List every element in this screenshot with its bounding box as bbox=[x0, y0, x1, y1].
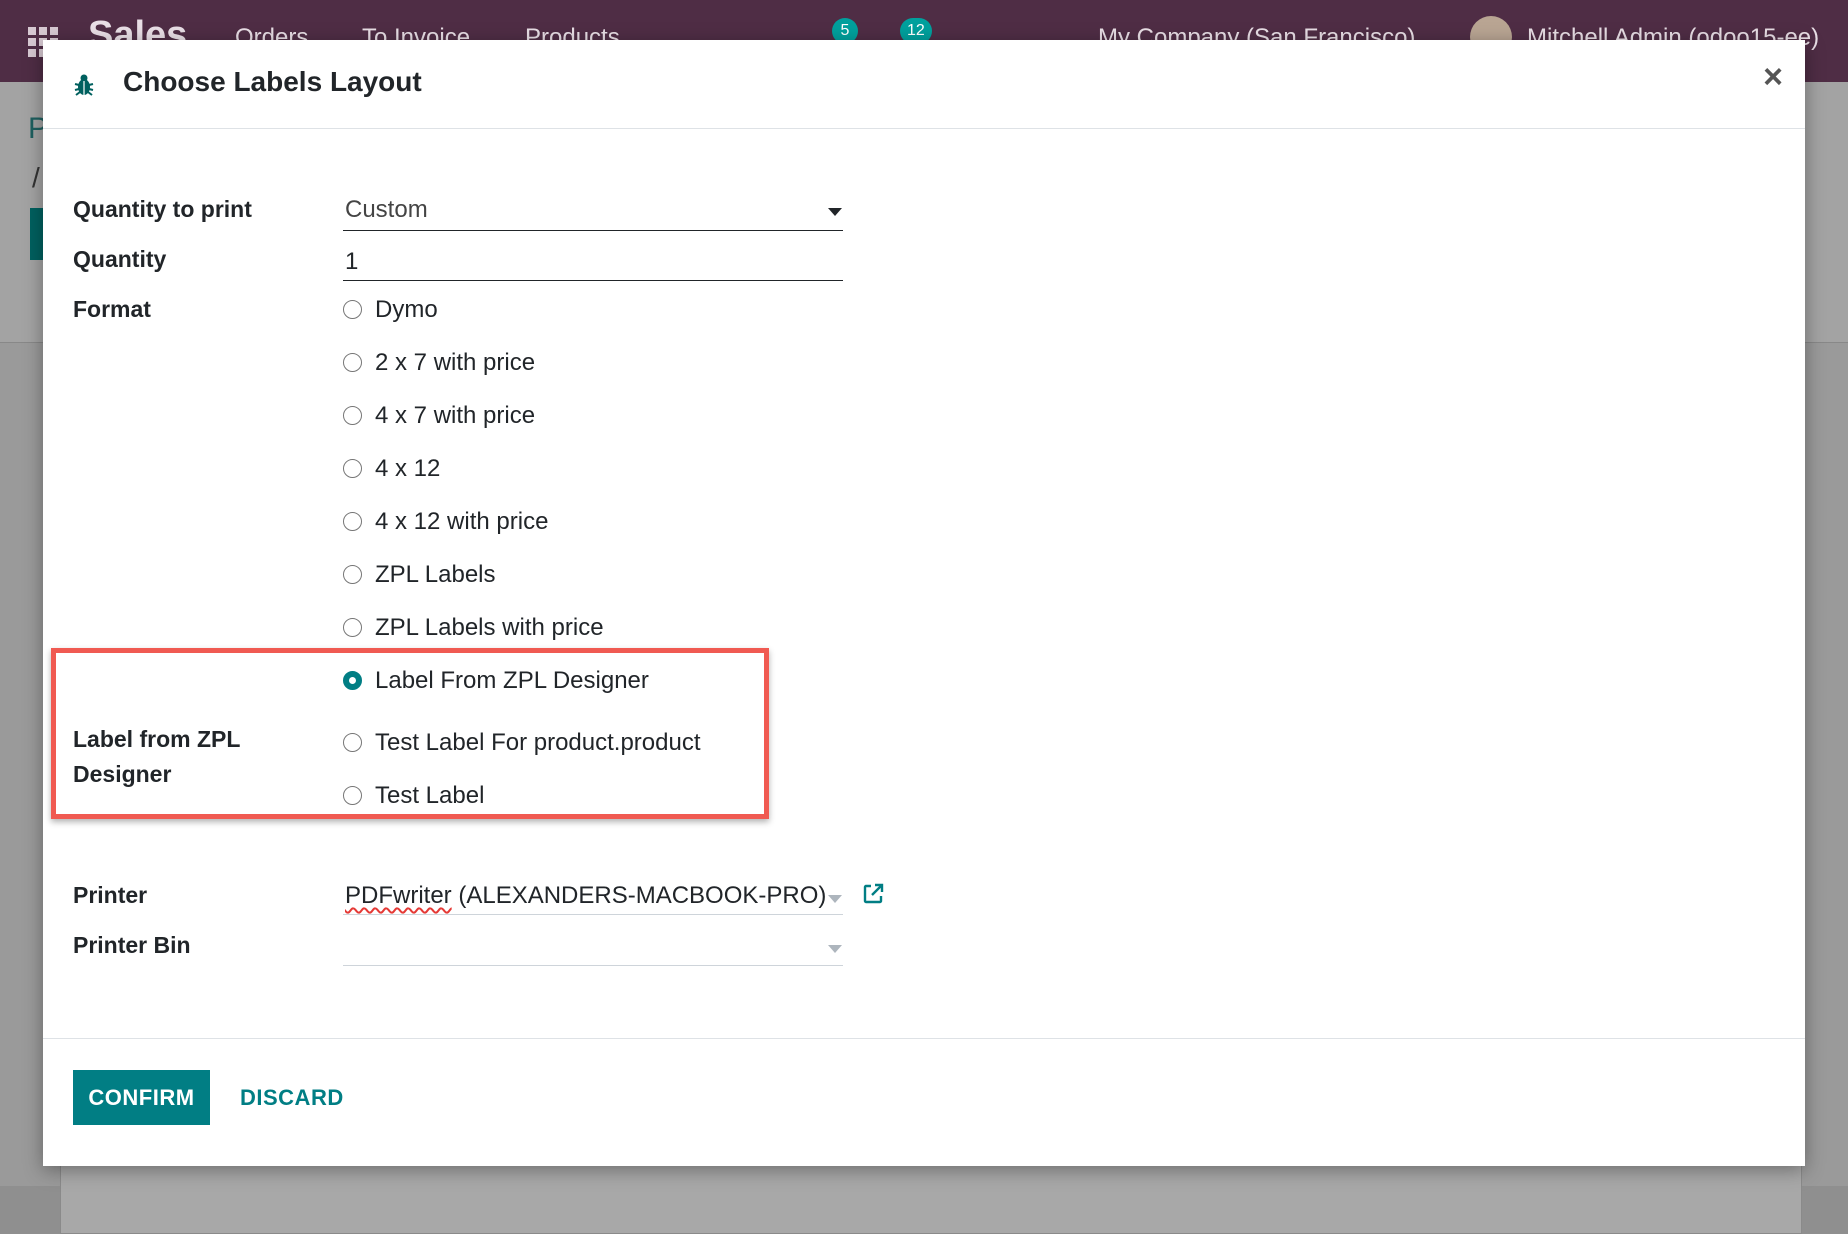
printer-label: Printer bbox=[73, 882, 148, 908]
quantity-value[interactable]: 1 bbox=[345, 248, 358, 276]
printer-value-name: PDFwriter bbox=[345, 882, 452, 909]
radio-label[interactable]: ZPL Labels with price bbox=[375, 614, 604, 642]
format-label: Format bbox=[73, 296, 151, 322]
external-link-icon[interactable] bbox=[861, 882, 885, 906]
radio-label[interactable]: Test Label For product.product bbox=[375, 729, 701, 757]
chevron-down-icon[interactable] bbox=[828, 895, 842, 903]
dialog-title: Choose Labels Layout bbox=[123, 66, 422, 97]
printer-underline bbox=[343, 914, 843, 915]
radio-label[interactable]: Dymo bbox=[375, 296, 438, 324]
radio-button[interactable] bbox=[343, 512, 362, 531]
quantity-to-print-label: Quantity to print bbox=[73, 196, 252, 222]
radio-label[interactable]: 4 x 7 with price bbox=[375, 402, 535, 430]
chevron-down-icon[interactable] bbox=[828, 208, 842, 216]
zpl-designer-label-line1: Label from ZPL bbox=[73, 726, 241, 752]
discard-button[interactable]: DISCARD bbox=[240, 1070, 344, 1125]
radio-button[interactable] bbox=[343, 618, 362, 637]
radio-button[interactable] bbox=[343, 406, 362, 425]
radio-button[interactable] bbox=[343, 733, 362, 752]
radio-button-selected[interactable] bbox=[343, 671, 362, 690]
quantity-underline bbox=[343, 280, 843, 281]
quantity-to-print-value[interactable]: Custom bbox=[345, 196, 428, 224]
radio-button[interactable] bbox=[343, 353, 362, 372]
quantity-to-print-underline bbox=[343, 230, 843, 231]
printer-value[interactable]: PDFwriter (ALEXANDERS-MACBOOK-PRO) bbox=[345, 882, 826, 910]
quantity-label: Quantity bbox=[73, 246, 167, 272]
breadcrumb-separator: / bbox=[32, 162, 40, 193]
zpl-designer-label-line2: Designer bbox=[73, 761, 172, 787]
background-primary-button bbox=[30, 208, 44, 260]
dialog-footer: CONFIRM DISCARD bbox=[43, 1038, 1805, 1167]
radio-button[interactable] bbox=[343, 300, 362, 319]
chevron-down-icon[interactable] bbox=[828, 945, 842, 953]
bug-icon[interactable] bbox=[74, 72, 94, 98]
printer-bin-underline bbox=[343, 965, 843, 966]
radio-label[interactable]: 2 x 7 with price bbox=[375, 349, 535, 377]
dialog-header: Choose Labels Layout × bbox=[43, 40, 1805, 129]
radio-label[interactable]: 4 x 12 with price bbox=[375, 508, 548, 536]
printer-value-host: (ALEXANDERS-MACBOOK-PRO) bbox=[451, 882, 827, 909]
radio-button[interactable] bbox=[343, 786, 362, 805]
radio-label[interactable]: ZPL Labels bbox=[375, 561, 496, 589]
radio-button[interactable] bbox=[343, 459, 362, 478]
radio-label[interactable]: Test Label bbox=[375, 782, 484, 810]
radio-label[interactable]: Label From ZPL Designer bbox=[375, 667, 649, 695]
confirm-button[interactable]: CONFIRM bbox=[73, 1070, 210, 1125]
radio-button[interactable] bbox=[343, 565, 362, 584]
printer-bin-label: Printer Bin bbox=[73, 932, 191, 958]
close-icon[interactable]: × bbox=[1763, 58, 1783, 97]
radio-label[interactable]: 4 x 12 bbox=[375, 455, 440, 483]
choose-labels-layout-dialog: Choose Labels Layout × Quantity to print… bbox=[43, 40, 1805, 1166]
